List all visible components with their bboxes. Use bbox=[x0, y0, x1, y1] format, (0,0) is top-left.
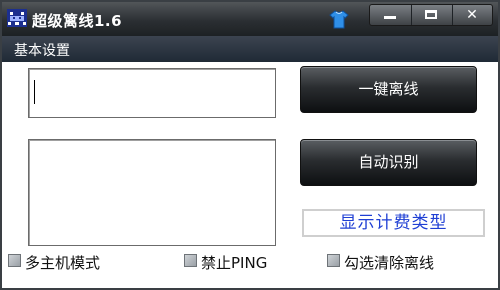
window-controls: ✕ bbox=[369, 4, 493, 26]
menu-item-basic-settings[interactable]: 基本设置 bbox=[14, 40, 70, 60]
main-panel: 一键离线 自动识别 显示计费类型 多主机模式 禁止PING 勾选清除离线 bbox=[2, 62, 498, 288]
menu-bar: 基本设置 bbox=[2, 36, 498, 62]
minimize-button[interactable] bbox=[370, 5, 410, 25]
checkbox-label: 勾选清除离线 bbox=[344, 254, 435, 272]
maximize-icon bbox=[425, 10, 437, 19]
title-bar[interactable]: 超级篱线1.6 ✕ bbox=[2, 2, 498, 36]
close-button[interactable]: ✕ bbox=[452, 5, 492, 25]
maximize-button[interactable] bbox=[411, 5, 453, 25]
window-title: 超级篱线1.6 bbox=[32, 12, 123, 30]
checkbox-box[interactable] bbox=[184, 254, 197, 267]
checkbox-label: 多主机模式 bbox=[25, 254, 101, 272]
checkbox-box[interactable] bbox=[327, 254, 340, 267]
checkbox-box[interactable] bbox=[8, 254, 21, 267]
fee-type-label[interactable]: 显示计费类型 bbox=[302, 209, 485, 237]
shirt-icon[interactable] bbox=[329, 9, 349, 29]
one-click-offline-button[interactable]: 一键离线 bbox=[300, 66, 477, 113]
log-textarea[interactable] bbox=[28, 139, 276, 246]
space-invader-icon bbox=[7, 9, 27, 27]
auto-detect-button[interactable]: 自动识别 bbox=[300, 139, 477, 186]
close-icon: ✕ bbox=[466, 7, 478, 23]
text-caret bbox=[34, 80, 35, 104]
account-input[interactable] bbox=[28, 68, 276, 118]
app-window: 超级篱线1.6 ✕ 基本设置 一键离线 自动识别 显示计费类型 多主机模式 禁止… bbox=[0, 0, 500, 290]
minimize-icon bbox=[384, 16, 396, 19]
checkbox-label: 禁止PING bbox=[201, 254, 268, 272]
